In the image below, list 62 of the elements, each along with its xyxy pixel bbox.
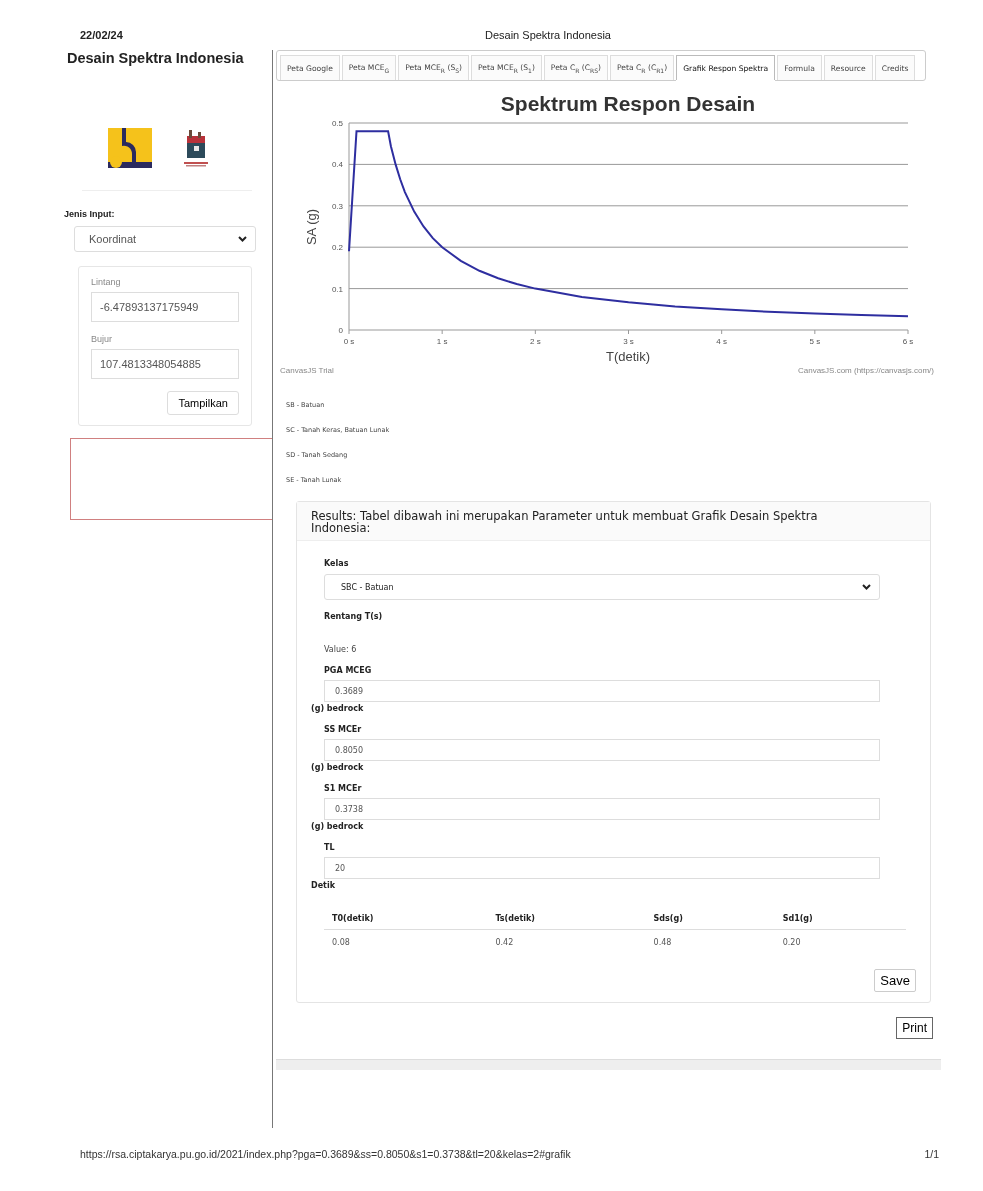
app-title: Desain Spektra Indonesia <box>67 50 245 66</box>
axis-tick-label: 0 s <box>343 337 355 346</box>
chevron-down-icon <box>862 584 871 590</box>
chevron-down-icon <box>238 236 247 242</box>
axis-tick-label: 0.4 <box>331 160 343 170</box>
class-select[interactable]: SBC - Batuan <box>324 574 880 600</box>
y-axis-title: SA (g) <box>304 208 319 246</box>
chart-credit-link[interactable]: CanvasJS.com (https://canvasjs.com/) <box>797 366 934 375</box>
value-field[interactable]: 0.3689 <box>324 680 880 702</box>
unit-label: (g) bedrock <box>311 763 365 772</box>
range-value: Value: 6 <box>324 645 358 654</box>
page-title: Desain Spektra Indonesia <box>485 29 611 41</box>
field-label: Jenis Input: <box>64 209 116 219</box>
save-button[interactable]: Save <box>874 969 916 992</box>
chart-title: Spektrum Respon Desain <box>500 92 756 115</box>
axis-tick-label: 3 s <box>623 337 634 346</box>
print-button[interactable]: Print <box>896 1017 933 1039</box>
page-url: https://rsa.ciptakarya.pu.go.id/2021/index.php?pga=0.3689&ss=0.8050&s1=0.3738&tl=20&kelas=2#grafik <box>80 1148 571 1160</box>
axis-tick-label: 0.3 <box>331 201 343 211</box>
page-number: 1/1 <box>924 1148 939 1160</box>
logo-icon <box>108 128 152 168</box>
axis-tick-label: 2 s <box>530 337 541 346</box>
longitude-field[interactable]: 107.4813348054885 <box>91 349 239 379</box>
input-type-select[interactable]: Koordinat <box>74 226 256 252</box>
axis-tick-label: 0.5 <box>331 119 343 128</box>
table-cell: 0.42 <box>487 929 646 951</box>
building-logo-icon <box>184 130 208 168</box>
latitude-field[interactable]: -6.47893137175949 <box>91 292 239 322</box>
table-cell: 0.08 <box>324 929 488 951</box>
column-header: Sd1(g) <box>774 910 906 930</box>
column-header: Sds(g) <box>645 910 775 930</box>
show-button[interactable]: Tampilkan <box>167 391 239 415</box>
field-label: Kelas <box>324 559 350 568</box>
axis-tick-label: 0.2 <box>331 243 343 253</box>
field-label: Lintang <box>91 277 122 287</box>
chart-credit: CanvasJS Trial <box>280 366 334 375</box>
results-heading: Results: Tabel dibawah ini merupakan Parameter untuk membuat Grafik Desain Spektra Indonesia: <box>297 502 930 541</box>
value-field[interactable]: 0.8050 <box>324 739 880 761</box>
axis-tick-label: 4 s <box>716 337 727 346</box>
field-label: Rentang T(s) <box>324 612 384 621</box>
field-label: SS MCEr <box>324 725 363 734</box>
column-header: Ts(detik) <box>487 910 646 930</box>
value-field[interactable]: 0.3738 <box>324 798 880 820</box>
field-label: TL <box>324 843 336 852</box>
field-label: S1 MCEr <box>324 784 363 793</box>
column-header: T0(detik) <box>324 910 488 930</box>
x-axis-title: T(detik) <box>605 349 651 364</box>
horizontal-scrollbar[interactable] <box>276 1059 941 1070</box>
axis-tick-label: 5 s <box>809 337 821 346</box>
unit-label: (g) bedrock <box>311 704 365 713</box>
table-cell: 0.48 <box>645 929 775 951</box>
axis-tick-label: 0 <box>338 326 343 335</box>
print-date: 22/02/24 <box>80 29 124 41</box>
table-cell: 0.20 <box>774 929 906 951</box>
axis-tick-label: 0.1 <box>331 284 343 294</box>
axis-tick-label: 1 s <box>436 337 448 346</box>
unit-label: Detik <box>311 881 336 890</box>
unit-label: (g) bedrock <box>311 822 365 831</box>
field-label: PGA MCEG <box>324 666 373 675</box>
field-label: Bujur <box>91 334 113 344</box>
value-field[interactable]: 20 <box>324 857 880 879</box>
axis-tick-label: 6 s <box>902 337 914 346</box>
